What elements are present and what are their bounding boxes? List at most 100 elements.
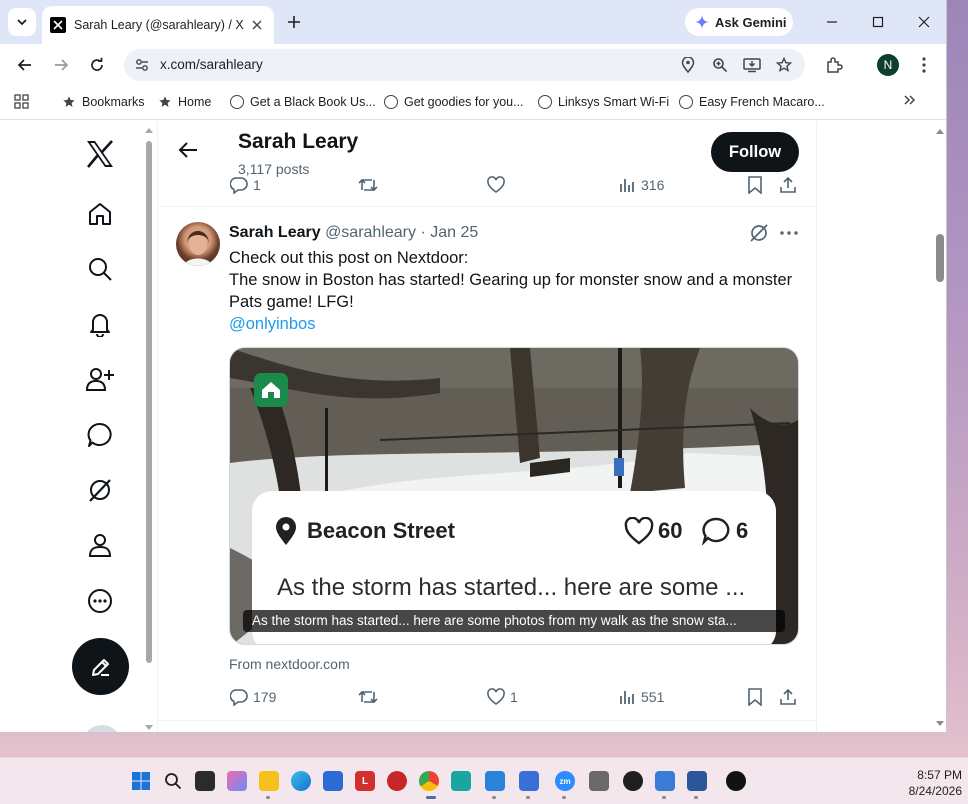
- globe-icon: [383, 94, 398, 109]
- scroll-up-arrow-icon[interactable]: [143, 125, 155, 135]
- search-icon[interactable]: [163, 771, 183, 791]
- app-teal-icon[interactable]: [451, 771, 471, 791]
- camera-icon[interactable]: [589, 771, 609, 791]
- app-blue-icon[interactable]: [485, 771, 505, 791]
- grok-icon[interactable]: [84, 474, 116, 506]
- account-avatar[interactable]: [82, 725, 122, 732]
- bookmark-item[interactable]: Get goodies for you...: [383, 94, 524, 109]
- close-icon[interactable]: [248, 16, 266, 34]
- bookmark-item[interactable]: Easy French Macaro...: [678, 94, 825, 109]
- file-explorer-icon[interactable]: [259, 771, 279, 791]
- menu-kebab-icon[interactable]: [912, 53, 936, 77]
- scroll-down-arrow-icon[interactable]: [934, 719, 946, 729]
- active-tab[interactable]: Sarah Leary (@sarahleary) / X: [42, 6, 274, 44]
- link-card[interactable]: Beacon Street 60 6 As the storm has star…: [229, 347, 799, 645]
- photos-icon[interactable]: [655, 771, 675, 791]
- install-app-icon[interactable]: [742, 55, 762, 75]
- store-icon[interactable]: [323, 771, 343, 791]
- compose-post-button[interactable]: [72, 638, 129, 695]
- reply-button[interactable]: 179: [229, 687, 276, 707]
- back-button[interactable]: [174, 136, 202, 164]
- bookmark-item[interactable]: Home: [157, 94, 211, 109]
- mention-link[interactable]: @onlyinbos: [229, 313, 799, 335]
- follow-user-icon[interactable]: [84, 363, 116, 395]
- more-bookmarks-icon[interactable]: [904, 94, 916, 106]
- bookmark-item[interactable]: Linksys Smart Wi-Fi: [537, 94, 669, 109]
- sidebar-scrollbar-thumb[interactable]: [146, 141, 152, 663]
- reply-count: 179: [253, 689, 277, 705]
- page-scrollbar-thumb[interactable]: [936, 234, 944, 282]
- views-button[interactable]: 551: [617, 687, 664, 707]
- more-circle-icon[interactable]: [84, 585, 116, 617]
- ask-gemini-button[interactable]: Ask Gemini: [685, 8, 793, 36]
- chrome-icon[interactable]: [419, 771, 439, 791]
- repost-button[interactable]: [358, 175, 382, 195]
- tiktok-icon[interactable]: [726, 771, 746, 791]
- windows-start-icon[interactable]: [131, 771, 151, 791]
- tab-search-button[interactable]: [8, 8, 36, 36]
- like-button[interactable]: 1: [486, 687, 518, 707]
- clock-time: 8:57 PM: [917, 768, 962, 782]
- repost-button[interactable]: [358, 687, 382, 707]
- follow-button[interactable]: Follow: [711, 132, 799, 172]
- task-view-icon[interactable]: [195, 771, 215, 791]
- edge-icon[interactable]: [291, 771, 311, 791]
- sidebar-scrollbar[interactable]: [143, 125, 155, 731]
- address-bar[interactable]: x.com/sarahleary: [124, 49, 805, 81]
- new-tab-button[interactable]: [282, 10, 306, 34]
- messages-icon[interactable]: [84, 419, 116, 451]
- outlook-icon[interactable]: [519, 771, 539, 791]
- x-logo-icon[interactable]: [83, 137, 117, 171]
- zoom-app-icon[interactable]: zm: [555, 771, 575, 791]
- search-icon[interactable]: [84, 253, 116, 285]
- arrow-right-icon: [55, 59, 69, 71]
- notifications-bell-icon[interactable]: [84, 308, 116, 340]
- close-window-button[interactable]: [909, 8, 939, 36]
- extensions-icon[interactable]: [822, 53, 846, 77]
- maximize-icon: [872, 16, 884, 28]
- bookmark-button[interactable]: [745, 687, 769, 707]
- copilot-icon[interactable]: [227, 771, 247, 791]
- running-indicator: [492, 796, 496, 799]
- zoom-icon[interactable]: [710, 55, 730, 75]
- bookmark-button[interactable]: [745, 175, 769, 195]
- site-info-icon[interactable]: [134, 57, 150, 73]
- compose-icon: [91, 658, 109, 676]
- app-l-icon[interactable]: L: [355, 771, 375, 791]
- apps-grid-icon[interactable]: [14, 94, 29, 109]
- app-red-icon[interactable]: [387, 771, 407, 791]
- author-name[interactable]: Sarah Leary: [229, 224, 321, 241]
- location-icon[interactable]: [678, 55, 698, 75]
- minimize-button[interactable]: [817, 8, 847, 36]
- profile-avatar[interactable]: N: [877, 54, 899, 76]
- forward-button[interactable]: [47, 51, 75, 79]
- card-source[interactable]: From nextdoor.com: [229, 656, 350, 672]
- star-icon[interactable]: [774, 55, 794, 75]
- scroll-down-arrow-icon[interactable]: [143, 723, 155, 733]
- analytics-icon: [617, 175, 637, 195]
- card-preview-text: As the storm has started... here are som…: [277, 574, 746, 601]
- share-button[interactable]: [778, 175, 802, 195]
- location-pin-icon: [276, 517, 296, 545]
- running-indicator: [266, 796, 270, 799]
- word-icon[interactable]: [687, 771, 707, 791]
- scroll-up-arrow-icon[interactable]: [934, 126, 946, 136]
- url-text[interactable]: x.com/sarahleary: [160, 57, 263, 72]
- chatgpt-icon[interactable]: [623, 771, 643, 791]
- bookmark-item[interactable]: Get a Black Book Us...: [229, 94, 376, 109]
- share-button[interactable]: [778, 687, 802, 707]
- reload-button[interactable]: [83, 51, 111, 79]
- maximize-button[interactable]: [863, 8, 893, 36]
- author-meta[interactable]: @sarahleary · Jan 25: [325, 224, 478, 241]
- reply-button[interactable]: 1: [229, 175, 261, 195]
- author-avatar[interactable]: [176, 222, 220, 266]
- system-clock[interactable]: 8:57 PM 8/24/2026: [909, 767, 962, 799]
- like-button[interactable]: [486, 175, 510, 195]
- profile-icon[interactable]: [84, 529, 116, 561]
- more-options-icon[interactable]: [778, 222, 800, 244]
- bookmark-item[interactable]: Bookmarks: [61, 94, 145, 109]
- back-button[interactable]: [11, 51, 39, 79]
- home-icon[interactable]: [84, 198, 116, 230]
- views-button[interactable]: 316: [617, 175, 664, 195]
- grok-icon[interactable]: [748, 222, 770, 244]
